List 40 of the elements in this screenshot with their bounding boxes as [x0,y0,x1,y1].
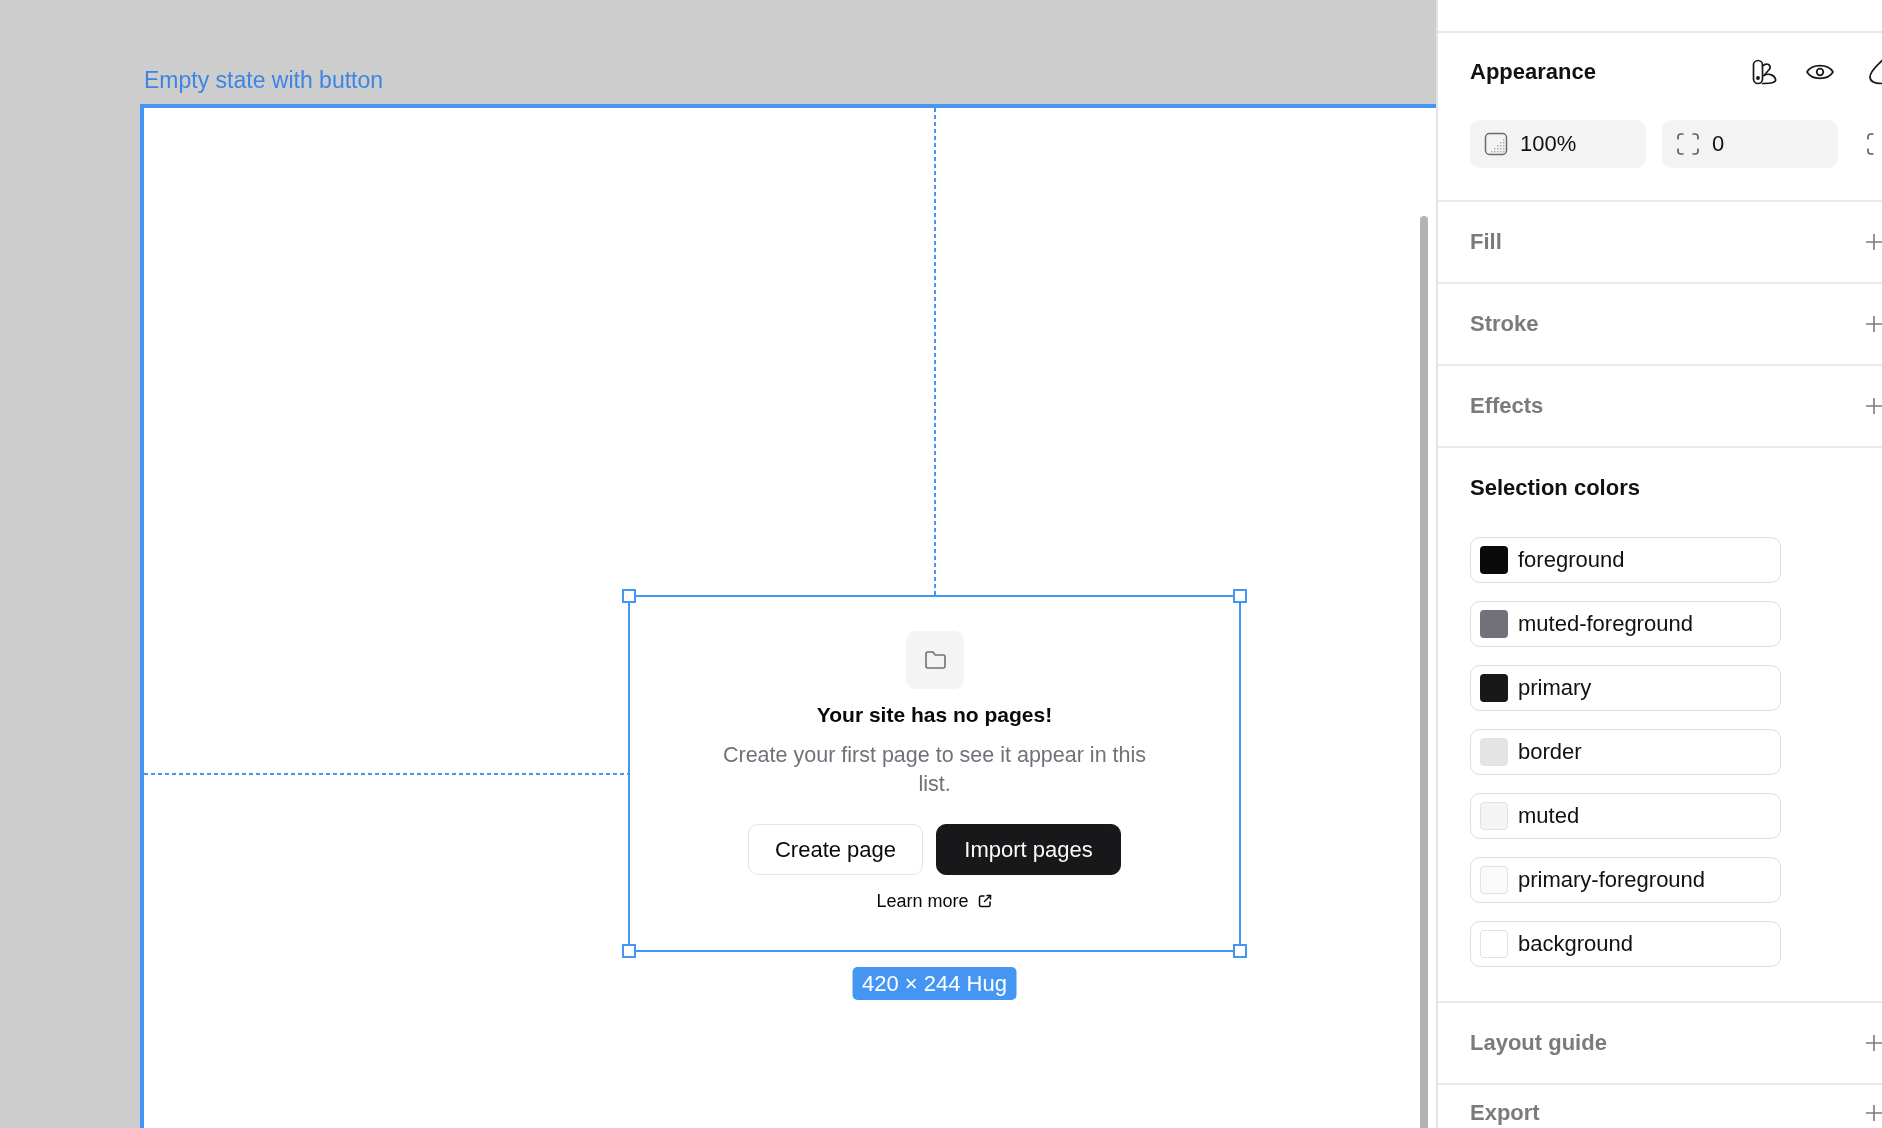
plus-icon[interactable] [1866,398,1882,414]
color-row[interactable]: border [1470,729,1781,775]
empty-state-title: Your site has no pages! [816,702,1053,728]
color-row[interactable]: primary [1470,665,1781,711]
size-badge: 420 × 244 Hug [852,967,1017,1000]
color-row[interactable]: muted [1470,793,1781,839]
folder-icon [905,631,964,689]
section-title: Fill [1470,228,1502,256]
color-row[interactable]: primary-foreground [1470,857,1781,903]
section-title: Layout guide [1470,1029,1607,1057]
resize-handle[interactable] [622,589,636,603]
plus-icon[interactable] [1866,1105,1882,1121]
primary-button[interactable]: Import pages [936,824,1121,875]
plus-icon[interactable] [1866,234,1882,250]
learn-more-link[interactable]: Learn more [876,891,993,911]
corner-radius-icon [1676,132,1700,156]
capsule-icon[interactable] [1752,59,1778,85]
frame-label: Empty state with button [144,67,384,93]
section-title: Appearance [1470,58,1596,86]
section-title: Export [1470,1099,1540,1127]
empty-state-description: Create your first page to see it appear in this list. [721,742,1148,798]
radius-field[interactable]: 0 [1662,120,1838,168]
resize-handle[interactable] [1233,944,1247,958]
drop-icon[interactable] [1868,59,1882,85]
color-row[interactable]: muted-foreground [1470,601,1781,647]
resize-handle[interactable] [1233,589,1247,603]
resize-handle[interactable] [622,944,636,958]
eye-icon[interactable] [1806,62,1834,82]
scrollbar-thumb[interactable] [1420,216,1428,1128]
section-title: Stroke [1470,310,1539,338]
plus-icon[interactable] [1866,316,1882,332]
color-row[interactable]: background [1470,921,1781,967]
plus-icon[interactable] [1866,1035,1882,1051]
opacity-field[interactable]: 100% [1470,120,1646,168]
external-link-icon [976,893,993,909]
section-title: Effects [1470,392,1544,420]
section-title: Selection colors [1470,474,1640,502]
opacity-icon [1484,132,1508,156]
secondary-button[interactable]: Create page [748,824,923,875]
color-row[interactable]: foreground [1470,537,1781,583]
